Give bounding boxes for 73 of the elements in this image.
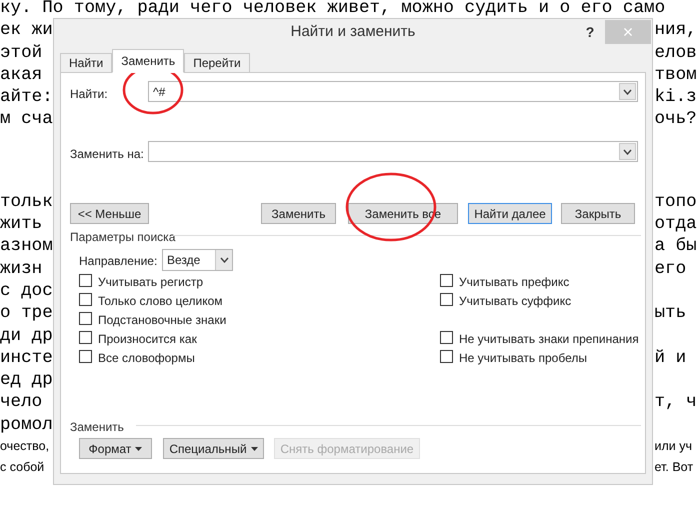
format-button[interactable]: Специальный: [163, 438, 264, 459]
checkbox[interactable]: [440, 350, 453, 363]
replace-field[interactable]: [148, 141, 638, 162]
action-button[interactable]: Закрыть: [561, 203, 635, 224]
document-text: ку. По тому, ради чего человек живет, можно судить и о его само: [0, 0, 666, 20]
checkbox[interactable]: [79, 350, 92, 363]
document-text: жизн: [0, 258, 42, 281]
document-text: очь?: [654, 108, 697, 132]
document-text: айте:: [0, 86, 53, 110]
document-text: й и: [654, 346, 688, 370]
document-text: этой: [0, 42, 42, 65]
format-button: Снять форматирование: [274, 438, 420, 459]
section-title: Параметры поиска: [70, 229, 176, 246]
document-text: очество,: [0, 438, 50, 456]
checkbox[interactable]: [440, 331, 453, 344]
action-button[interactable]: Найти далее: [468, 203, 552, 224]
document-text: его: [654, 258, 688, 281]
document-text: ед др: [0, 369, 53, 392]
checkbox-label[interactable]: Учитывать префикс: [459, 273, 570, 291]
checkbox[interactable]: [79, 293, 92, 306]
checkbox-label[interactable]: Произносится как: [98, 330, 197, 348]
caret-icon: [250, 446, 258, 450]
document-text: или уч: [654, 438, 693, 456]
document-text: с собой: [0, 459, 44, 476]
document-text: отда: [654, 213, 697, 236]
checkbox-label[interactable]: Подстановочные знаки: [98, 311, 226, 329]
checkbox[interactable]: [79, 312, 92, 325]
checkbox[interactable]: [79, 274, 92, 287]
document-text: азном: [0, 235, 53, 258]
document-text: ек жи: [0, 19, 53, 42]
document-text: акая: [0, 64, 42, 87]
section-title: Заменить: [70, 419, 124, 436]
tab[interactable]: Перейти: [184, 53, 250, 73]
action-button[interactable]: Заменить: [261, 203, 336, 224]
document-text: ыть: [654, 302, 688, 326]
checkbox-label[interactable]: Учитывать суффикс: [459, 292, 572, 310]
document-text: ромол: [0, 414, 53, 437]
document-text: чело: [0, 391, 42, 414]
document-text: с дос: [0, 280, 53, 303]
document-text: тольк: [0, 190, 53, 214]
document-text: елов: [654, 42, 697, 65]
document-text: топо: [654, 190, 697, 214]
help-button[interactable]: ?: [575, 20, 605, 44]
document-text: инсте: [0, 346, 53, 370]
caret-icon: [135, 446, 142, 450]
document-text: а бы: [654, 235, 697, 258]
document-text: о тре: [0, 302, 53, 326]
tab[interactable]: Найти: [60, 53, 112, 73]
field-label: Заменить на:: [70, 146, 144, 163]
document-text: жить: [0, 213, 42, 236]
checkbox-label[interactable]: Не учитывать знаки препинания: [459, 330, 639, 348]
find-field[interactable]: ^#: [148, 81, 638, 102]
checkbox[interactable]: [79, 331, 92, 344]
window-title: Найти и заменить: [290, 22, 416, 42]
document-text: ет. Вот: [654, 459, 694, 476]
document-text: м сча: [0, 108, 53, 132]
tab[interactable]: Заменить: [112, 49, 184, 73]
checkbox[interactable]: [440, 293, 453, 306]
field-label: Направление:: [79, 253, 158, 270]
checkbox[interactable]: [440, 274, 453, 287]
document-text: т, ч: [654, 391, 697, 414]
format-button[interactable]: Формат: [79, 438, 152, 459]
less-button[interactable]: << Меньше: [70, 203, 149, 224]
document-text: ди др: [0, 324, 53, 348]
direction-select[interactable]: Везде: [162, 249, 233, 271]
checkbox-label[interactable]: Учитывать регистр: [98, 273, 204, 291]
document-text: ния,: [654, 19, 697, 42]
checkbox-label[interactable]: Все словоформы: [98, 349, 195, 367]
document-text: ki.з: [654, 86, 697, 110]
checkbox-label[interactable]: Только слово целиком: [98, 292, 223, 310]
field-label: Найти:: [70, 86, 108, 103]
checkbox-label[interactable]: Не учитывать пробелы: [459, 349, 587, 367]
document-text: твом: [654, 64, 697, 87]
